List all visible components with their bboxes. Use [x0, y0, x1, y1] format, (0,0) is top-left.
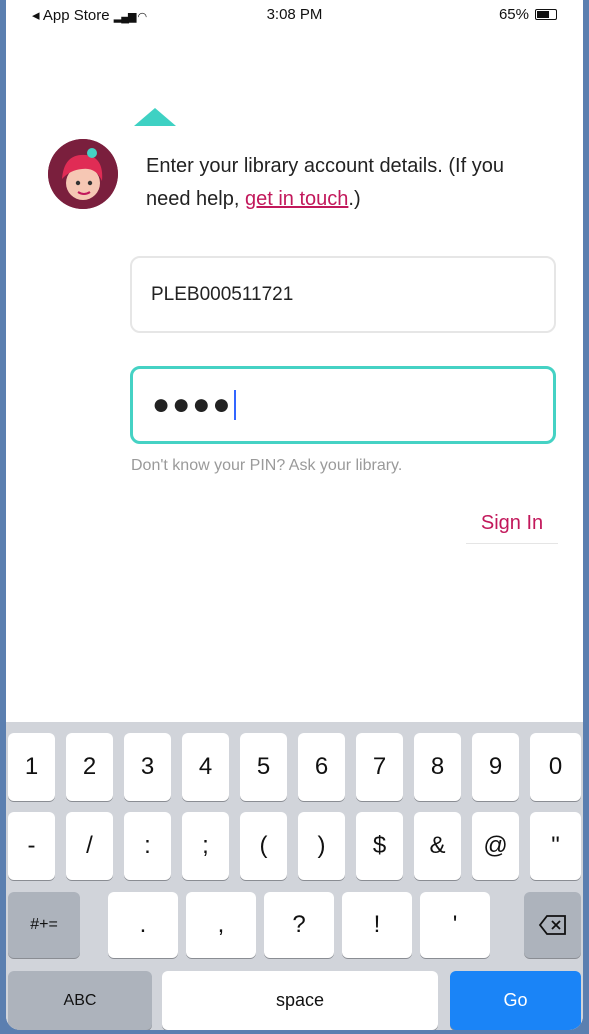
sign-in-button[interactable]: Sign In [466, 505, 558, 544]
key-dollar[interactable]: $ [356, 812, 403, 880]
key-5[interactable]: 5 [240, 733, 287, 801]
key-1[interactable]: 1 [8, 733, 55, 801]
abc-key[interactable]: ABC [8, 971, 152, 1030]
go-key[interactable]: Go [450, 971, 581, 1030]
pin-value: ●●●● [152, 388, 233, 421]
teal-arrow-icon [134, 108, 176, 126]
key-2[interactable]: 2 [66, 733, 113, 801]
space-key[interactable]: space [162, 971, 438, 1030]
key-colon[interactable]: : [124, 812, 171, 880]
key-ampersand[interactable]: & [414, 812, 461, 880]
key-question[interactable]: ? [264, 892, 334, 958]
key-close-paren[interactable]: ) [298, 812, 345, 880]
library-card-value: PLEB000511721 [151, 283, 294, 305]
pin-field[interactable]: ●●●● [130, 366, 556, 444]
key-9[interactable]: 9 [472, 733, 519, 801]
key-semicolon[interactable]: ; [182, 812, 229, 880]
battery-status: 65% [499, 6, 557, 23]
key-quote[interactable]: " [530, 812, 581, 880]
key-at[interactable]: @ [472, 812, 519, 880]
library-avatar [48, 139, 118, 209]
key-7[interactable]: 7 [356, 733, 403, 801]
numeric-keyboard: 1 2 3 4 5 6 7 8 9 0 - / : ; ( ) $ & @ " … [6, 722, 583, 1030]
battery-percent: 65% [498, 6, 529, 23]
key-0[interactable]: 0 [530, 733, 581, 801]
symbols-key[interactable]: #+= [8, 892, 80, 958]
key-3[interactable]: 3 [124, 733, 171, 801]
library-card-field[interactable]: PLEB000511721 [130, 256, 556, 333]
delete-key[interactable] [524, 892, 581, 958]
key-8[interactable]: 8 [414, 733, 461, 801]
backspace-icon [538, 915, 566, 935]
text-caret [234, 390, 237, 420]
key-open-paren[interactable]: ( [240, 812, 287, 880]
prompt-end: .) [348, 188, 361, 210]
libby-face-icon [48, 139, 118, 209]
phone-screen: ◂ App Store ▂▄▆ ◠ 3:08 PM 65% Enter your… [6, 0, 583, 1030]
key-comma[interactable]: , [186, 892, 256, 958]
key-6[interactable]: 6 [298, 733, 345, 801]
status-bar: ◂ App Store ▂▄▆ ◠ 3:08 PM 65% [6, 0, 583, 30]
key-period[interactable]: . [108, 892, 178, 958]
key-apostrophe[interactable]: ' [420, 892, 490, 958]
key-4[interactable]: 4 [182, 733, 229, 801]
login-prompt: Enter your library account details. (If … [146, 150, 546, 216]
key-slash[interactable]: / [66, 812, 113, 880]
battery-icon [535, 9, 557, 20]
status-time: 3:08 PM [266, 6, 323, 23]
pin-hint: Don't know your PIN? Ask your library. [131, 457, 403, 474]
key-exclamation[interactable]: ! [342, 892, 412, 958]
key-hyphen[interactable]: - [8, 812, 55, 880]
get-in-touch-link[interactable]: get in touch [245, 188, 348, 210]
